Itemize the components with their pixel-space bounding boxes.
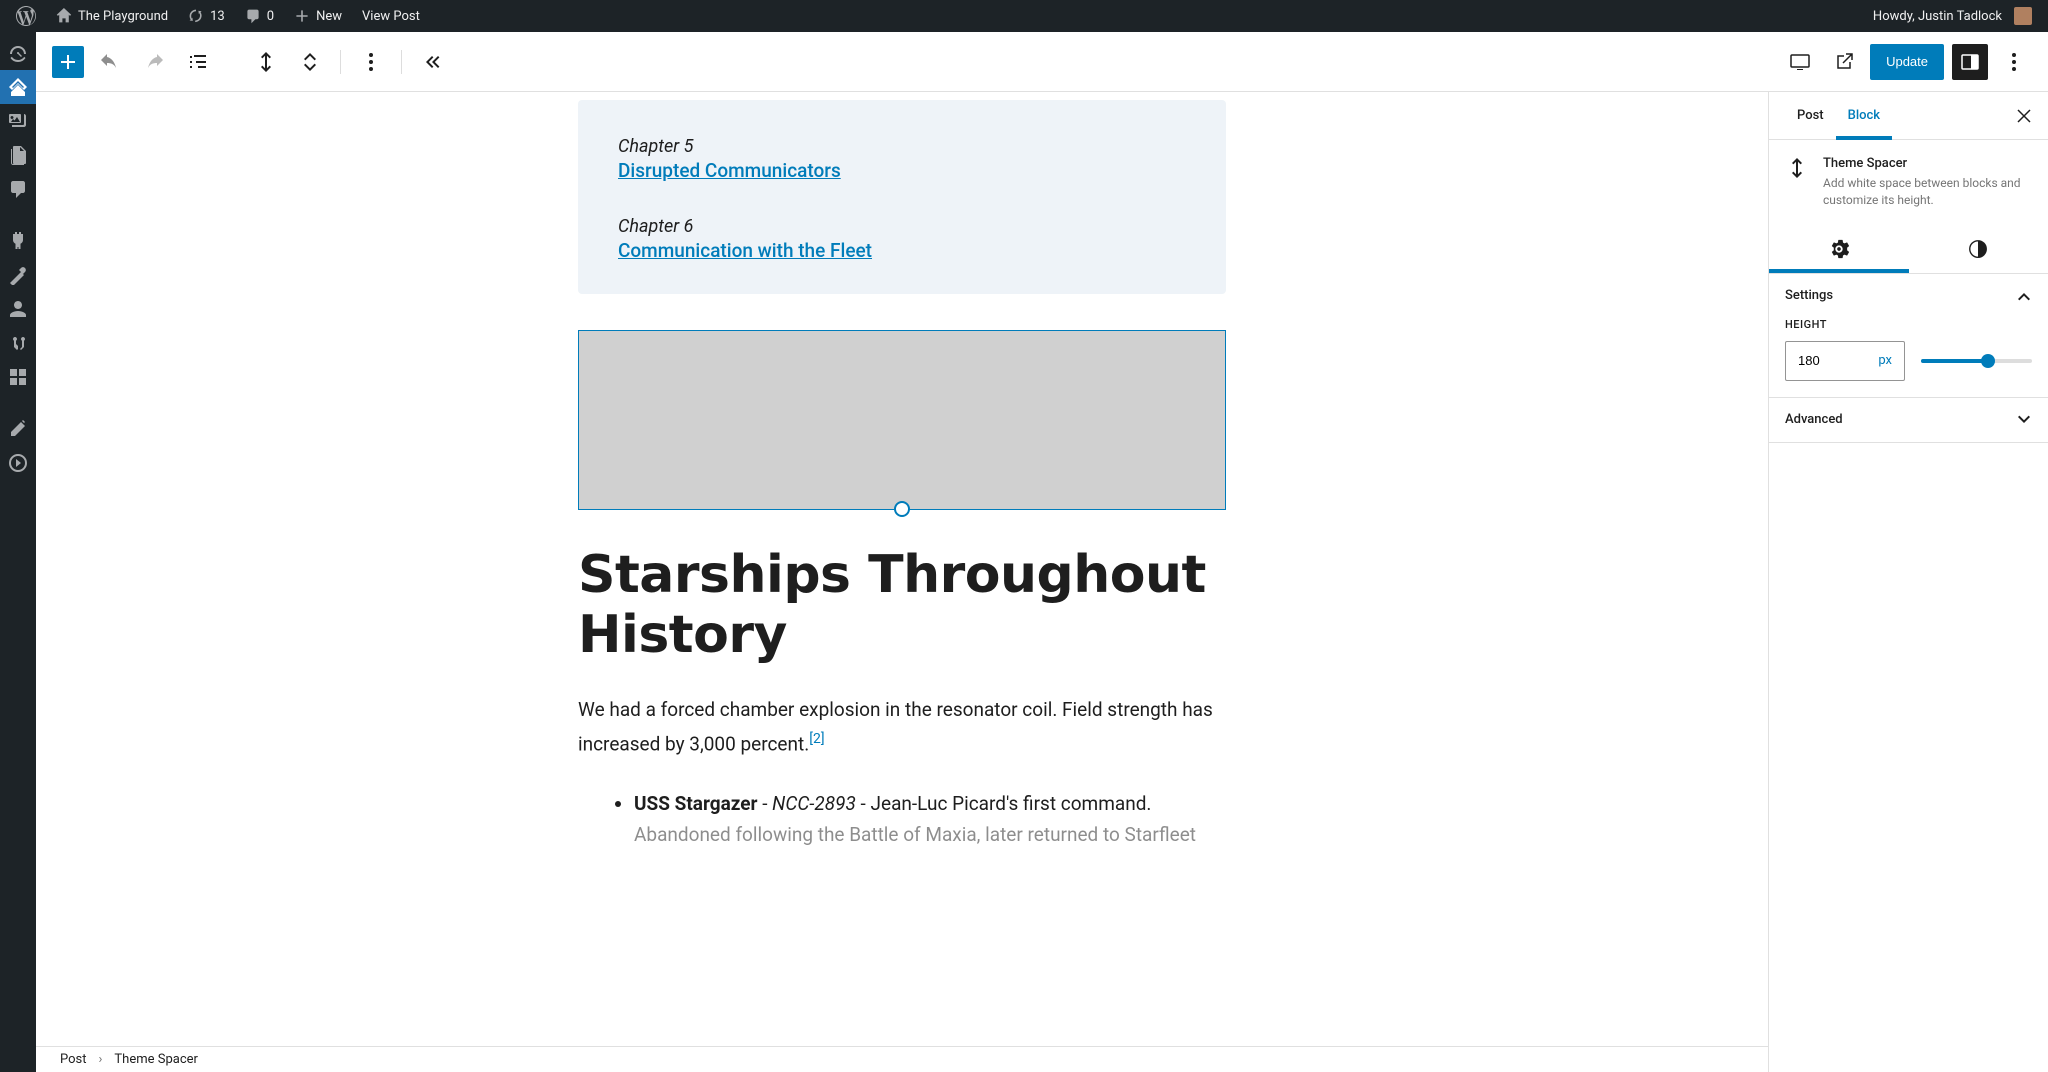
- page-heading[interactable]: Starships Throughout History: [578, 546, 1226, 666]
- sidebar-collapse[interactable]: [0, 446, 36, 480]
- sidebar-users[interactable]: [0, 292, 36, 326]
- options-button[interactable]: [353, 44, 389, 80]
- undo-button[interactable]: [92, 44, 128, 80]
- home-link[interactable]: The Playground: [48, 0, 176, 32]
- sidebar-pages[interactable]: [0, 138, 36, 172]
- new-label: New: [316, 9, 342, 24]
- new-link[interactable]: New: [286, 0, 350, 32]
- toc-link[interactable]: Communication with the Fleet: [618, 239, 1186, 262]
- block-desc: Add white space between blocks and custo…: [1823, 175, 2032, 209]
- updates-count: 13: [210, 9, 225, 24]
- avatar: [2014, 7, 2032, 25]
- breadcrumb-post[interactable]: Post: [60, 1052, 87, 1067]
- settings-tab[interactable]: [1769, 225, 1909, 273]
- sidebar-edit[interactable]: [0, 412, 36, 446]
- settings-section-toggle[interactable]: Settings: [1769, 274, 2048, 318]
- update-button[interactable]: Update: [1870, 44, 1944, 80]
- updates-link[interactable]: 13: [180, 0, 233, 32]
- ship-name: USS Stargazer: [634, 792, 757, 815]
- toc-label: Chapter 5: [618, 136, 1186, 157]
- section-title: Settings: [1785, 288, 1833, 303]
- separator: [340, 50, 341, 74]
- sidebar-posts[interactable]: [0, 70, 36, 104]
- preview-button[interactable]: [1826, 44, 1862, 80]
- height-unit[interactable]: px: [1878, 353, 1892, 368]
- toc-label: Chapter 6: [618, 216, 1186, 237]
- admin-bar: The Playground 13 0 New View Post Howdy,…: [0, 0, 2048, 32]
- breadcrumb-sep: ›: [99, 1052, 103, 1067]
- collapse-button[interactable]: [414, 44, 450, 80]
- breadcrumb-spacer[interactable]: Theme Spacer: [114, 1052, 198, 1067]
- sidebar-settings[interactable]: [0, 360, 36, 394]
- tab-post[interactable]: Post: [1785, 92, 1836, 140]
- height-label: HEIGHT: [1785, 318, 2032, 331]
- wp-admin-sidebar: [0, 32, 36, 1072]
- preview-desktop-button[interactable]: [1782, 44, 1818, 80]
- breadcrumb: Post › Theme Spacer: [36, 1046, 1768, 1072]
- spacer-resize-handle[interactable]: [894, 501, 910, 517]
- comments-count: 0: [267, 9, 274, 24]
- sidebar-comments[interactable]: [0, 172, 36, 206]
- add-block-button[interactable]: [52, 46, 84, 78]
- footnote-link[interactable]: [2]: [809, 731, 824, 747]
- block-title: Theme Spacer: [1823, 156, 2032, 171]
- tab-block[interactable]: Block: [1836, 92, 1892, 140]
- height-input-wrap: px: [1785, 341, 1905, 381]
- list-item[interactable]: USS Stargazer - NCC-2893 - Jean-Luc Pica…: [634, 788, 1226, 851]
- body-paragraph[interactable]: We had a forced chamber explosion in the…: [578, 694, 1226, 760]
- spacer-icon-button[interactable]: [248, 44, 284, 80]
- height-input[interactable]: [1798, 353, 1848, 368]
- styles-tab[interactable]: [1909, 225, 2048, 273]
- site-name: The Playground: [78, 9, 168, 24]
- ship-list[interactable]: USS Stargazer - NCC-2893 - Jean-Luc Pica…: [578, 788, 1226, 851]
- sidebar-media[interactable]: [0, 104, 36, 138]
- sidebar-dashboard[interactable]: [0, 36, 36, 70]
- spacer-icon: [1785, 156, 1809, 180]
- more-options-button[interactable]: [1996, 44, 2032, 80]
- spacer-block[interactable]: [578, 330, 1226, 510]
- howdy-link[interactable]: Howdy, Justin Tadlock: [1865, 0, 2040, 32]
- close-inspector-button[interactable]: [2012, 104, 2036, 128]
- wp-logo[interactable]: [8, 0, 44, 32]
- slider-thumb[interactable]: [1981, 354, 1995, 368]
- toc-card[interactable]: Chapter 5 Disrupted Communicators Chapte…: [578, 100, 1226, 294]
- chevron-up-icon: [2016, 288, 2032, 304]
- inspector-panel: Post Block Theme Spacer Add white space …: [1768, 92, 2048, 1072]
- move-buttons[interactable]: [292, 44, 328, 80]
- comments-link[interactable]: 0: [237, 0, 282, 32]
- section-title: Advanced: [1785, 412, 1843, 427]
- ship-desc: - Jean-Luc Picard's first command.: [856, 792, 1152, 815]
- editor-canvas[interactable]: Chapter 5 Disrupted Communicators Chapte…: [36, 92, 1768, 1072]
- ship-registry: NCC-2893: [772, 792, 856, 815]
- separator: [401, 50, 402, 74]
- sidebar-tools[interactable]: [0, 326, 36, 360]
- toc-link[interactable]: Disrupted Communicators: [618, 159, 1186, 182]
- paragraph-text: We had a forced chamber explosion in the…: [578, 698, 1213, 756]
- advanced-section-toggle[interactable]: Advanced: [1769, 398, 2048, 442]
- redo-button[interactable]: [136, 44, 172, 80]
- list-view-button[interactable]: [180, 44, 216, 80]
- ship-desc2: Abandoned following the Battle of Maxia,…: [634, 823, 1196, 846]
- view-post-link[interactable]: View Post: [354, 0, 428, 32]
- editor-toolbar: Update: [36, 32, 2048, 92]
- sidebar-plugins[interactable]: [0, 224, 36, 258]
- sidebar-toggle-button[interactable]: [1952, 44, 1988, 80]
- chevron-down-icon: [2016, 412, 2032, 428]
- view-post-label: View Post: [362, 9, 420, 24]
- howdy-text: Howdy, Justin Tadlock: [1873, 9, 2002, 24]
- sidebar-appearance[interactable]: [0, 258, 36, 292]
- height-slider[interactable]: [1921, 359, 2032, 363]
